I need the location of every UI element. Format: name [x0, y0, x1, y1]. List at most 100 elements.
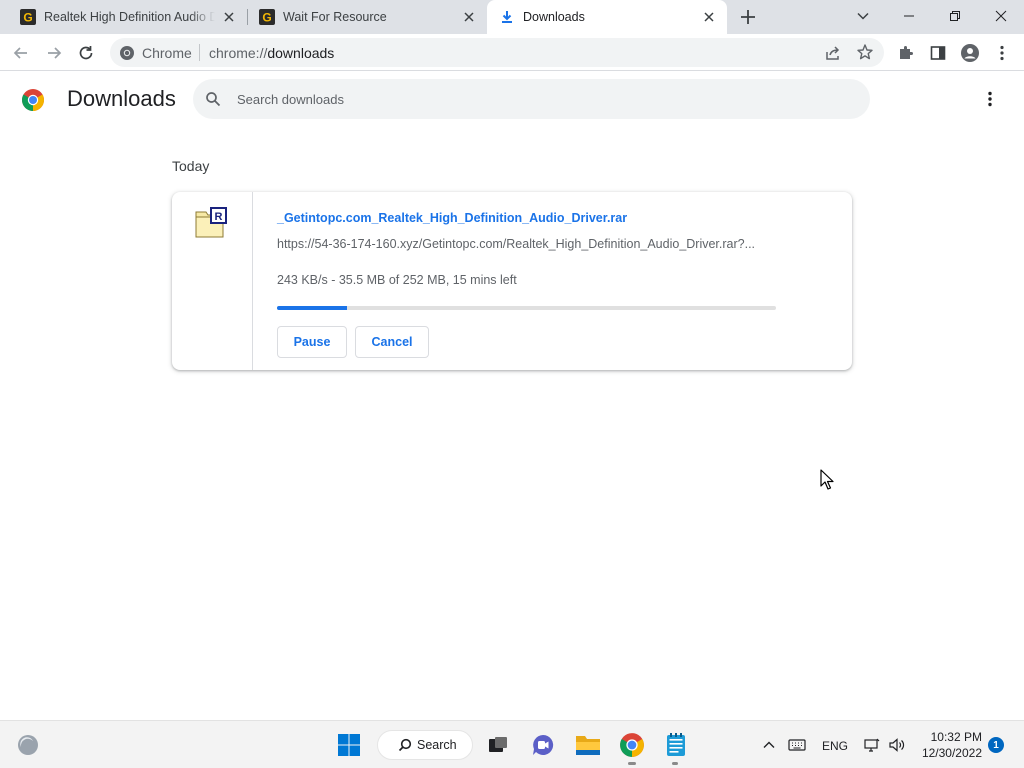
input-language[interactable]: ENG	[822, 739, 848, 753]
url-host: downloads	[267, 45, 335, 61]
chrome-logo-icon	[620, 733, 644, 757]
file-name-link[interactable]: _Getintopc.com_Realtek_High_Definition_A…	[277, 211, 627, 225]
close-icon	[995, 10, 1007, 22]
rar-archive-icon: R	[195, 207, 227, 238]
close-window-button[interactable]	[978, 0, 1024, 32]
url-text[interactable]: chrome://downloads	[209, 45, 334, 61]
notification-badge[interactable]: 1	[988, 737, 1004, 753]
download-arrow-icon	[502, 11, 512, 23]
new-tab-icon[interactable]	[736, 5, 760, 29]
reload-icon	[79, 46, 93, 60]
minimize-button[interactable]	[886, 0, 932, 32]
svg-text:R: R	[215, 211, 223, 223]
weather-widget-icon	[18, 735, 38, 755]
file-source-url[interactable]: https://54-36-174-160.xyz/Getintopc.com/…	[277, 237, 755, 251]
notepad-button[interactable]	[662, 731, 690, 759]
mouse-cursor-icon	[820, 469, 834, 490]
tab-title: Wait For Resource	[283, 10, 387, 24]
url-scheme: chrome://	[209, 45, 268, 61]
date-group-label: Today	[172, 158, 210, 174]
volume-button[interactable]	[883, 731, 911, 759]
tab-strip: G Realtek High Definition Audio Driver G…	[0, 0, 1024, 34]
profile-button[interactable]	[958, 41, 982, 65]
close-tab-icon[interactable]	[461, 9, 477, 25]
more-vertical-icon	[988, 91, 992, 107]
downloads-menu-button[interactable]	[978, 87, 1002, 111]
svg-text:G: G	[23, 11, 32, 25]
folder-icon	[576, 736, 600, 755]
chrome-logo-icon	[22, 89, 44, 111]
chevron-up-icon	[763, 741, 775, 748]
tab-wait-for-resource[interactable]: G Wait For Resource	[239, 0, 487, 34]
download-item: R _Getintopc.com_Realtek_High_Definition…	[172, 192, 852, 370]
site-chip-label: Chrome	[142, 45, 192, 61]
browser-toolbar: Chrome chrome://downloads	[0, 34, 1024, 71]
restore-icon	[950, 11, 960, 21]
windows-logo-icon	[338, 734, 360, 756]
chrome-menu-button[interactable]	[990, 41, 1014, 65]
tab-title: Realtek High Definition Audio Driver	[44, 10, 215, 24]
download-progress-bar	[277, 306, 776, 310]
downloads-page: Downloads Today R _Getintopc.com_Realtek…	[0, 72, 1024, 720]
task-view-icon	[489, 737, 507, 752]
side-panel-button[interactable]	[926, 41, 950, 65]
notepad-running-indicator	[672, 762, 678, 765]
search-icon[interactable]	[205, 91, 221, 107]
keyboard-icon	[788, 739, 806, 751]
tab-search-button[interactable]	[840, 0, 886, 32]
tab-realtek[interactable]: G Realtek High Definition Audio Driver	[0, 0, 247, 34]
start-button[interactable]	[335, 731, 363, 759]
close-tab-icon[interactable]	[221, 9, 237, 25]
file-explorer-button[interactable]	[574, 731, 602, 759]
bookmark-star-icon[interactable]	[856, 43, 874, 61]
search-bar[interactable]	[193, 79, 870, 119]
widgets-button[interactable]	[14, 731, 42, 759]
svg-text:G: G	[262, 11, 271, 25]
tab-downloads[interactable]: Downloads	[487, 0, 727, 34]
notepad-icon	[667, 733, 685, 756]
minimize-icon	[904, 15, 914, 17]
avatar-icon	[961, 44, 979, 62]
address-bar[interactable]: Chrome chrome://downloads	[110, 38, 884, 67]
task-view-button[interactable]	[484, 731, 512, 759]
back-arrow-icon	[13, 47, 27, 59]
progress-fill	[277, 306, 348, 310]
forward-button[interactable]	[42, 41, 66, 65]
close-tab-icon[interactable]	[701, 9, 717, 25]
share-icon[interactable]	[824, 44, 842, 62]
page-title: Downloads	[67, 86, 176, 111]
chrome-logo-icon	[120, 46, 134, 60]
file-icon-column: R	[172, 192, 253, 370]
clock-date[interactable]: 12/30/2022	[914, 746, 982, 760]
extensions-button[interactable]	[894, 41, 918, 65]
pause-button[interactable]: Pause	[277, 326, 347, 358]
clock-time[interactable]: 10:32 PM	[930, 730, 982, 744]
tab-title: Downloads	[523, 10, 585, 24]
search-input[interactable]	[237, 79, 837, 119]
chip-divider	[199, 44, 200, 61]
getintopc-g-icon: G	[259, 9, 275, 25]
windows-taskbar: Search ENG 10:32 PM 12/30/2022 1	[0, 720, 1024, 768]
taskbar-search-button[interactable]: Search	[377, 730, 473, 760]
reload-button[interactable]	[74, 41, 98, 65]
chevron-down-icon	[857, 12, 869, 20]
speaker-icon	[889, 738, 905, 752]
back-button[interactable]	[9, 41, 33, 65]
restore-button[interactable]	[932, 0, 978, 32]
more-vertical-icon	[1000, 45, 1004, 61]
puzzle-piece-icon	[900, 46, 913, 59]
chrome-running-indicator	[628, 762, 636, 765]
chat-icon	[533, 734, 554, 755]
forward-arrow-icon	[48, 47, 62, 59]
network-button[interactable]	[858, 731, 886, 759]
taskbar-search-label: Search	[417, 738, 457, 752]
chrome-taskbar-button[interactable]	[618, 731, 646, 759]
side-panel-icon	[930, 46, 946, 60]
teams-chat-button[interactable]	[529, 731, 557, 759]
download-status: 243 KB/s - 35.5 MB of 252 MB, 15 mins le…	[277, 273, 517, 287]
search-icon	[398, 738, 412, 752]
show-hidden-icons-button[interactable]	[755, 731, 783, 759]
touch-keyboard-button[interactable]	[783, 731, 811, 759]
cancel-button[interactable]: Cancel	[355, 326, 429, 358]
getintopc-g-icon: G	[20, 9, 36, 25]
